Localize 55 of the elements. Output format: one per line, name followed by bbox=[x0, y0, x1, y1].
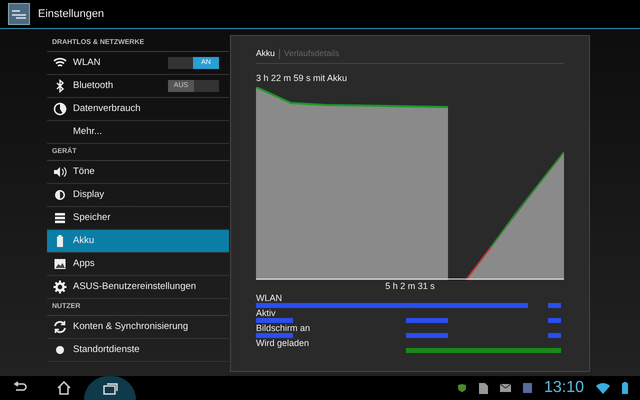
settings-item[interactable]: Apps bbox=[47, 253, 229, 276]
chart-title: 3 h 22 m 59 s mit Akku bbox=[256, 72, 348, 85]
gear-icon bbox=[53, 280, 67, 294]
settings-item[interactable]: Mehr... bbox=[47, 121, 229, 144]
tab[interactable]: Akku bbox=[256, 47, 275, 60]
timeline-segment bbox=[406, 318, 448, 323]
item-label: Bluetooth bbox=[73, 78, 114, 93]
settings-item[interactable]: Display bbox=[47, 184, 229, 207]
item-label: Speicher bbox=[73, 210, 112, 225]
timeline-segment bbox=[256, 318, 293, 323]
chart-caption: 5 h 2 m 31 s bbox=[385, 280, 435, 292]
settings-item[interactable]: Datenverbrauch bbox=[47, 98, 229, 121]
sync-icon bbox=[53, 320, 67, 334]
window-title: Einstellungen bbox=[38, 6, 104, 22]
settings-item[interactable]: Akku bbox=[47, 230, 229, 253]
recent-apps-button[interactable] bbox=[84, 376, 136, 400]
timeline-segment bbox=[406, 333, 448, 338]
pie-icon bbox=[53, 102, 67, 116]
battery-status-icon bbox=[622, 382, 628, 394]
settings-app-icon[interactable] bbox=[8, 3, 30, 25]
item-label: Akku bbox=[73, 234, 96, 248]
timeline-label: Aktiv bbox=[256, 308, 276, 318]
sd-card-icon bbox=[478, 382, 488, 394]
clock: 13:10 bbox=[544, 378, 584, 398]
picture-icon bbox=[53, 257, 67, 271]
timeline-label: WLAN bbox=[256, 293, 282, 303]
mail-icon bbox=[500, 384, 511, 392]
item-label: Standortdienste bbox=[73, 342, 141, 357]
timeline-segment bbox=[548, 318, 561, 323]
item-label: Apps bbox=[73, 256, 96, 271]
settings-item[interactable]: ASUS-Benutzereinstellungen bbox=[47, 276, 229, 299]
recent-apps-icon bbox=[102, 381, 118, 395]
timeline-label: Wird geladen bbox=[256, 338, 310, 348]
location-icon bbox=[53, 343, 67, 357]
timeline-segment bbox=[256, 333, 293, 338]
app-icon bbox=[522, 383, 532, 393]
item-label: ASUS-Benutzereinstellungen bbox=[73, 280, 198, 294]
brightness-icon bbox=[53, 188, 67, 202]
timeline-label: Bildschirm an bbox=[256, 323, 310, 333]
shield-icon bbox=[456, 383, 467, 393]
item-label: WLAN bbox=[73, 56, 102, 70]
settings-item[interactable]: Konten & Synchronisierung bbox=[47, 316, 229, 339]
item-label: Töne bbox=[73, 164, 96, 179]
home-icon[interactable] bbox=[56, 381, 72, 395]
timeline-segment bbox=[548, 303, 561, 308]
timeline-segment bbox=[548, 333, 561, 338]
item-label: Mehr... bbox=[73, 124, 104, 139]
settings-item[interactable]: Standortdienste bbox=[47, 339, 229, 362]
item-label: Display bbox=[73, 188, 106, 202]
wifi-signal-icon bbox=[596, 382, 610, 394]
speaker-icon bbox=[53, 165, 67, 179]
item-label: Konten & Synchronisierung bbox=[73, 320, 190, 334]
item-label: Datenverbrauch bbox=[73, 102, 142, 116]
settings-item[interactable]: Töne bbox=[47, 161, 229, 184]
storage-icon bbox=[53, 211, 67, 225]
